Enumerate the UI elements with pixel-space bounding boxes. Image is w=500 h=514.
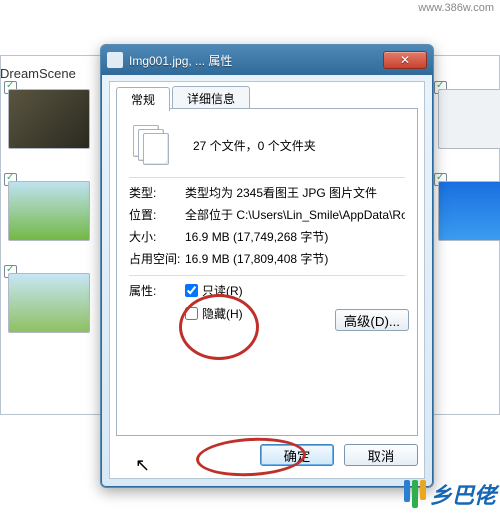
label-size-on-disk: 占用空间: — [129, 250, 185, 267]
label-type: 类型: — [129, 184, 185, 201]
tab-details[interactable]: 详细信息 — [172, 86, 250, 110]
tab-general[interactable]: 常规 — [116, 87, 170, 111]
label-size: 大小: — [129, 228, 185, 245]
properties-dialog: Img001.jpg, ... 属性 ✕ 常规 详细信息 27 个文件，0 个文… — [100, 44, 434, 488]
titlebar[interactable]: Img001.jpg, ... 属性 ✕ — [101, 45, 433, 75]
thumbnail[interactable] — [8, 89, 90, 149]
file-summary: 27 个文件，0 个文件夹 — [193, 137, 316, 154]
value-size: 16.9 MB (17,749,268 字节) — [185, 228, 405, 245]
divider — [129, 275, 405, 276]
close-button[interactable]: ✕ — [383, 51, 427, 69]
branding-text: 乡巴佬 — [430, 478, 496, 510]
thumbnail[interactable] — [8, 181, 90, 241]
cancel-button[interactable]: 取消 — [344, 444, 418, 466]
breadcrumb[interactable]: DreamScene — [0, 66, 76, 81]
file-icon — [107, 52, 123, 68]
close-icon: ✕ — [400, 53, 410, 67]
readonly-checkbox[interactable] — [185, 284, 198, 297]
value-type: 类型均为 2345看图王 JPG 图片文件 — [185, 184, 405, 201]
multi-file-icon — [133, 125, 171, 165]
tab-panel-general: 27 个文件，0 个文件夹 类型:类型均为 2345看图王 JPG 图片文件 位… — [116, 108, 418, 436]
branding: 乡巴佬 — [404, 478, 496, 510]
thumbnail[interactable] — [438, 181, 500, 241]
dialog-body: 常规 详细信息 27 个文件，0 个文件夹 类型:类型均为 2345看图王 JP… — [109, 81, 425, 479]
label-attributes: 属性: — [129, 282, 185, 322]
branding-logo — [404, 480, 426, 508]
value-size-on-disk: 16.9 MB (17,809,408 字节) — [185, 250, 405, 267]
thumbnail[interactable] — [438, 89, 500, 149]
branding-url: www.386w.com — [418, 2, 494, 14]
divider — [129, 177, 405, 178]
dialog-title: Img001.jpg, ... 属性 — [129, 52, 232, 69]
advanced-button[interactable]: 高级(D)... — [335, 309, 409, 331]
label-location: 位置: — [129, 206, 185, 223]
annotation-circle — [179, 294, 259, 360]
cursor-icon: ↖ — [135, 455, 150, 476]
tabstrip: 常规 详细信息 — [116, 86, 252, 110]
value-location: 全部位于 C:\Users\Lin_Smile\AppData\Roami — [185, 206, 405, 223]
thumbnail[interactable] — [8, 273, 90, 333]
